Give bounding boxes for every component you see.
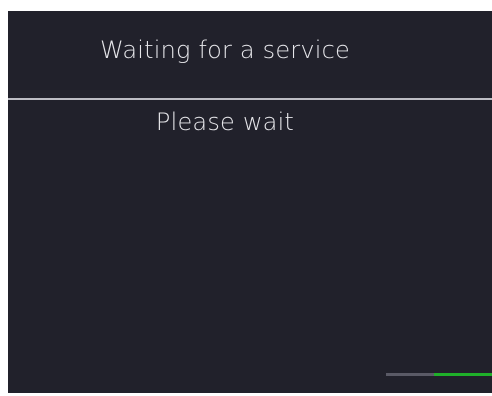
- progress-bar: [386, 373, 492, 376]
- header-divider: [8, 98, 492, 100]
- progress-bar-fill: [433, 373, 492, 376]
- status-message: Please wait: [155, 108, 295, 136]
- waiting-screen: Waiting for a service Please wait: [8, 11, 492, 393]
- page-title: Waiting for a service: [99, 36, 351, 64]
